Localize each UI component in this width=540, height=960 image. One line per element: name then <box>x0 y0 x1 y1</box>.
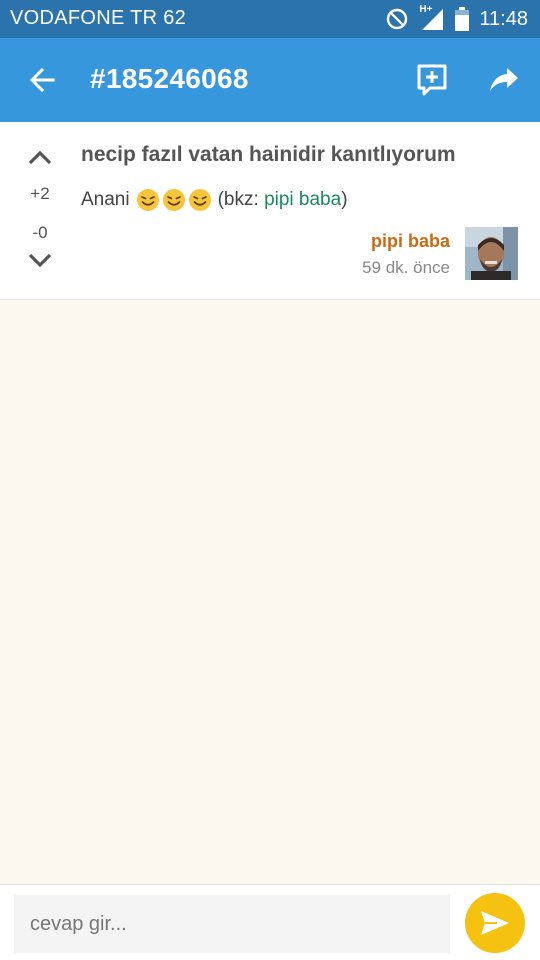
status-bar: VODAFONE TR 62 H+ 11:48 <box>0 0 540 38</box>
signal-icon: H+ <box>419 4 445 31</box>
entry-topic: necip fazıl vatan hainidir kanıtlıyorum <box>81 143 456 166</box>
upvote-count: +2 <box>30 184 50 203</box>
share-button[interactable] <box>482 58 526 102</box>
downvote-count: -0 <box>32 223 48 242</box>
upvote-button[interactable] <box>16 148 64 172</box>
smiley-emoji-icon <box>188 189 211 211</box>
back-arrow-icon <box>29 67 55 93</box>
add-comment-icon <box>417 64 447 96</box>
send-icon <box>481 911 509 935</box>
reply-input[interactable] <box>14 895 450 953</box>
clock: 11:48 <box>479 7 528 30</box>
bkz-prefix: (bkz: <box>217 189 265 210</box>
smiley-emoji-icon <box>162 189 185 211</box>
entry-text: Anani <box>81 189 130 210</box>
app-bar: #185246068 <box>0 38 540 122</box>
author-name[interactable]: pipi baba <box>371 231 450 252</box>
status-icons: H+ 11:48 <box>385 4 528 32</box>
avatar[interactable] <box>465 227 518 280</box>
bkz-link[interactable]: pipi baba <box>264 189 341 211</box>
smiley-emoji-icon <box>136 189 159 211</box>
entry-timestamp: 59 dk. önce <box>362 258 450 277</box>
reply-bar <box>0 884 540 960</box>
downvote-button[interactable] <box>16 252 64 276</box>
share-icon <box>490 68 518 91</box>
back-button[interactable] <box>22 60 62 100</box>
carrier-name: VODAFONE TR 62 <box>10 7 187 29</box>
bkz-suffix: ) <box>341 189 348 210</box>
page-title: #185246068 <box>90 63 249 94</box>
battery-icon <box>455 7 470 31</box>
chevron-up-icon <box>28 150 52 165</box>
chevron-down-icon <box>28 253 52 268</box>
do-not-disturb-icon <box>387 8 408 30</box>
entry-content: Anani (bkz: pipi baba ) <box>81 188 348 212</box>
entry-card: +2 -0 necip fazıl vatan hainidir kanıtlı… <box>0 122 540 300</box>
emoji-group <box>136 188 214 212</box>
add-comment-button[interactable] <box>410 58 454 102</box>
send-button[interactable] <box>465 893 525 953</box>
